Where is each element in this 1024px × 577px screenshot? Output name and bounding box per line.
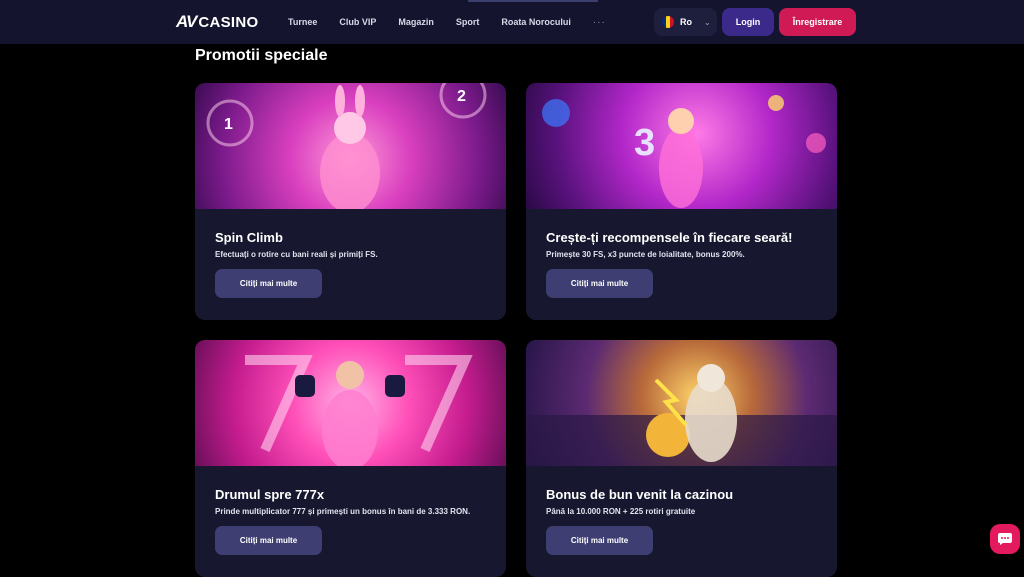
promo-title: Bonus de bun venit la cazinou <box>546 487 734 502</box>
promo-illustration <box>245 355 473 466</box>
more-menu-icon[interactable]: ··· <box>593 17 606 28</box>
promo-illustration: 1 2 <box>206 83 487 209</box>
read-more-button[interactable]: Citiți mai multe <box>215 269 322 298</box>
promo-card: 1 2 Spin Climb Efectuați o rotire cu ban… <box>195 83 506 320</box>
promo-illustration: 3 <box>542 95 826 208</box>
promo-image <box>526 340 837 466</box>
nav-item-turnee[interactable]: Turnee <box>288 17 317 27</box>
promo-card: Bonus de bun venit la cazinou Până la 10… <box>526 340 837 577</box>
register-button[interactable]: Înregistrare <box>779 8 856 36</box>
promo-description: Până la 10.000 RON + 225 rotiri gratuite <box>546 507 696 516</box>
promo-description: Prinde multiplicator 777 și primești un … <box>215 507 471 516</box>
promo-image: 3 <box>526 83 837 209</box>
promo-description: Primește 30 FS, x3 puncte de loialitate,… <box>546 250 745 259</box>
read-more-button[interactable]: Citiți mai multe <box>215 526 322 555</box>
nav-item-magazin[interactable]: Magazin <box>398 17 434 27</box>
top-header: AV CASINO Turnee Club VIP Magazin Sport … <box>0 0 1024 44</box>
chevron-down-icon: ⌄ <box>704 17 711 27</box>
promo-image-text: 2 <box>457 88 466 105</box>
section-title: Promotii speciale <box>195 47 328 64</box>
promo-image-text: 1 <box>224 116 233 133</box>
promo-image: 1 2 <box>195 83 506 209</box>
promo-title: Crește-ți recompensele în fiecare seară! <box>546 230 793 245</box>
chat-bubble-icon[interactable] <box>990 524 1020 554</box>
promo-card: Drumul spre 777x Prinde multiplicator 77… <box>195 340 506 577</box>
nav-item-sport[interactable]: Sport <box>456 17 480 27</box>
promo-image <box>195 340 506 466</box>
main-nav: Turnee Club VIP Magazin Sport Roata Noro… <box>288 0 606 44</box>
language-selector[interactable]: Ro ⌄ <box>654 8 717 36</box>
logo-mark: AV <box>176 12 197 31</box>
read-more-button[interactable]: Citiți mai multe <box>546 526 653 555</box>
nav-item-club-vip[interactable]: Club VIP <box>339 17 376 27</box>
romania-flag-icon <box>662 16 674 28</box>
chat-icon-shape <box>998 533 1012 545</box>
nav-item-roata-norocului[interactable]: Roata Norocului <box>501 17 571 27</box>
promo-description: Efectuați o rotire cu bani reali și prim… <box>215 250 378 259</box>
login-button[interactable]: Login <box>722 8 774 36</box>
promo-title: Spin Climb <box>215 230 283 245</box>
promo-image-text: 3 <box>634 122 655 164</box>
logo-text: CASINO <box>198 13 259 31</box>
promo-card: 3 Crește-ți recompensele în fiecare sear… <box>526 83 837 320</box>
logo[interactable]: AV CASINO <box>176 12 259 32</box>
language-code: Ro <box>680 17 692 27</box>
read-more-button[interactable]: Citiți mai multe <box>546 269 653 298</box>
promo-title: Drumul spre 777x <box>215 487 325 502</box>
promo-illustration <box>526 364 837 466</box>
